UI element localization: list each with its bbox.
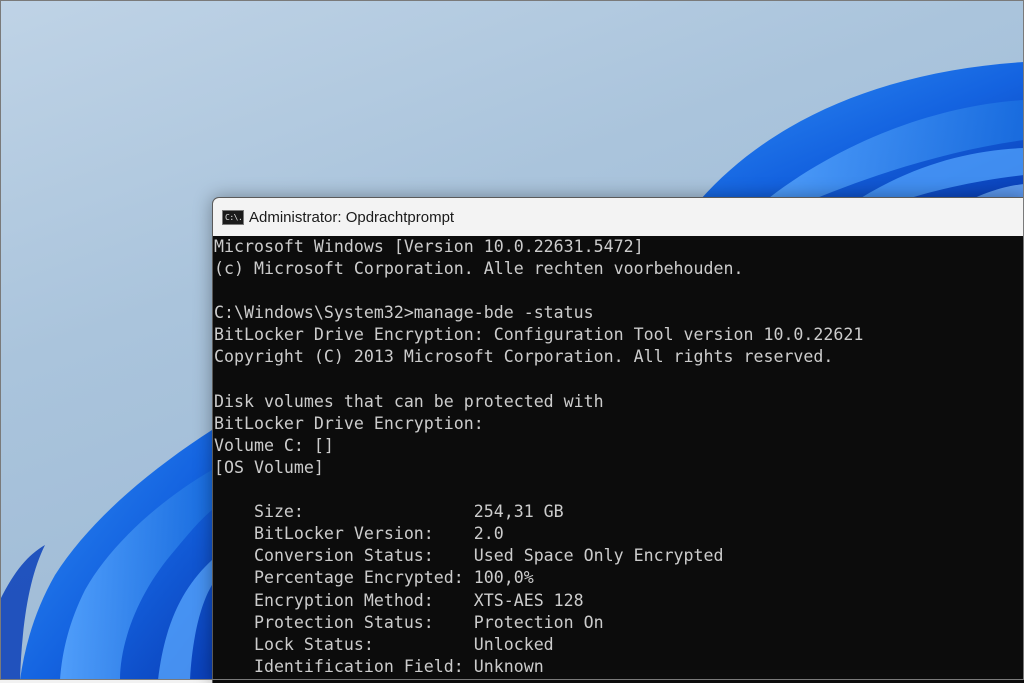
console-line: Disk volumes that can be protected with: [214, 391, 604, 411]
command-prompt-icon-glyph: C:\.: [225, 212, 243, 222]
console-line: BitLocker Drive Encryption:: [214, 413, 484, 433]
console-line: BitLocker Drive Encryption: Configuratio…: [214, 325, 864, 345]
console-line: Copyright (C) 2013 Microsoft Corporation…: [214, 347, 834, 367]
console-line: Conversion Status: Used Space Only Encry…: [214, 546, 724, 566]
console-line: Microsoft Windows [Version 10.0.22631.54…: [214, 237, 644, 256]
console-line: Volume C: []: [214, 435, 334, 455]
console-line: [OS Volume]: [214, 457, 324, 477]
window-titlebar[interactable]: C:\. Administrator: Opdrachtprompt: [213, 198, 1024, 236]
console-line: BitLocker Version: 2.0: [214, 524, 504, 544]
console-line: Encryption Method: XTS-AES 128: [214, 590, 584, 610]
window-title: Administrator: Opdrachtprompt: [249, 208, 455, 226]
console-line: Lock Status: Unlocked: [214, 634, 554, 654]
console-line: C:\Windows\System32>manage-bde -status: [214, 303, 594, 323]
console-line: Protection Status: Protection On: [214, 612, 604, 632]
console-line: Percentage Encrypted: 100,0%: [214, 568, 534, 588]
console-line: (c) Microsoft Corporation. Alle rechten …: [214, 259, 744, 279]
console-output[interactable]: Microsoft Windows [Version 10.0.22631.54…: [213, 236, 1024, 678]
console-line: Identification Field: Unknown: [214, 656, 544, 676]
command-prompt-window[interactable]: C:\. Administrator: Opdrachtprompt Micro…: [212, 197, 1024, 683]
console-line: Size: 254,31 GB: [214, 502, 564, 522]
command-prompt-icon: C:\.: [222, 209, 244, 225]
